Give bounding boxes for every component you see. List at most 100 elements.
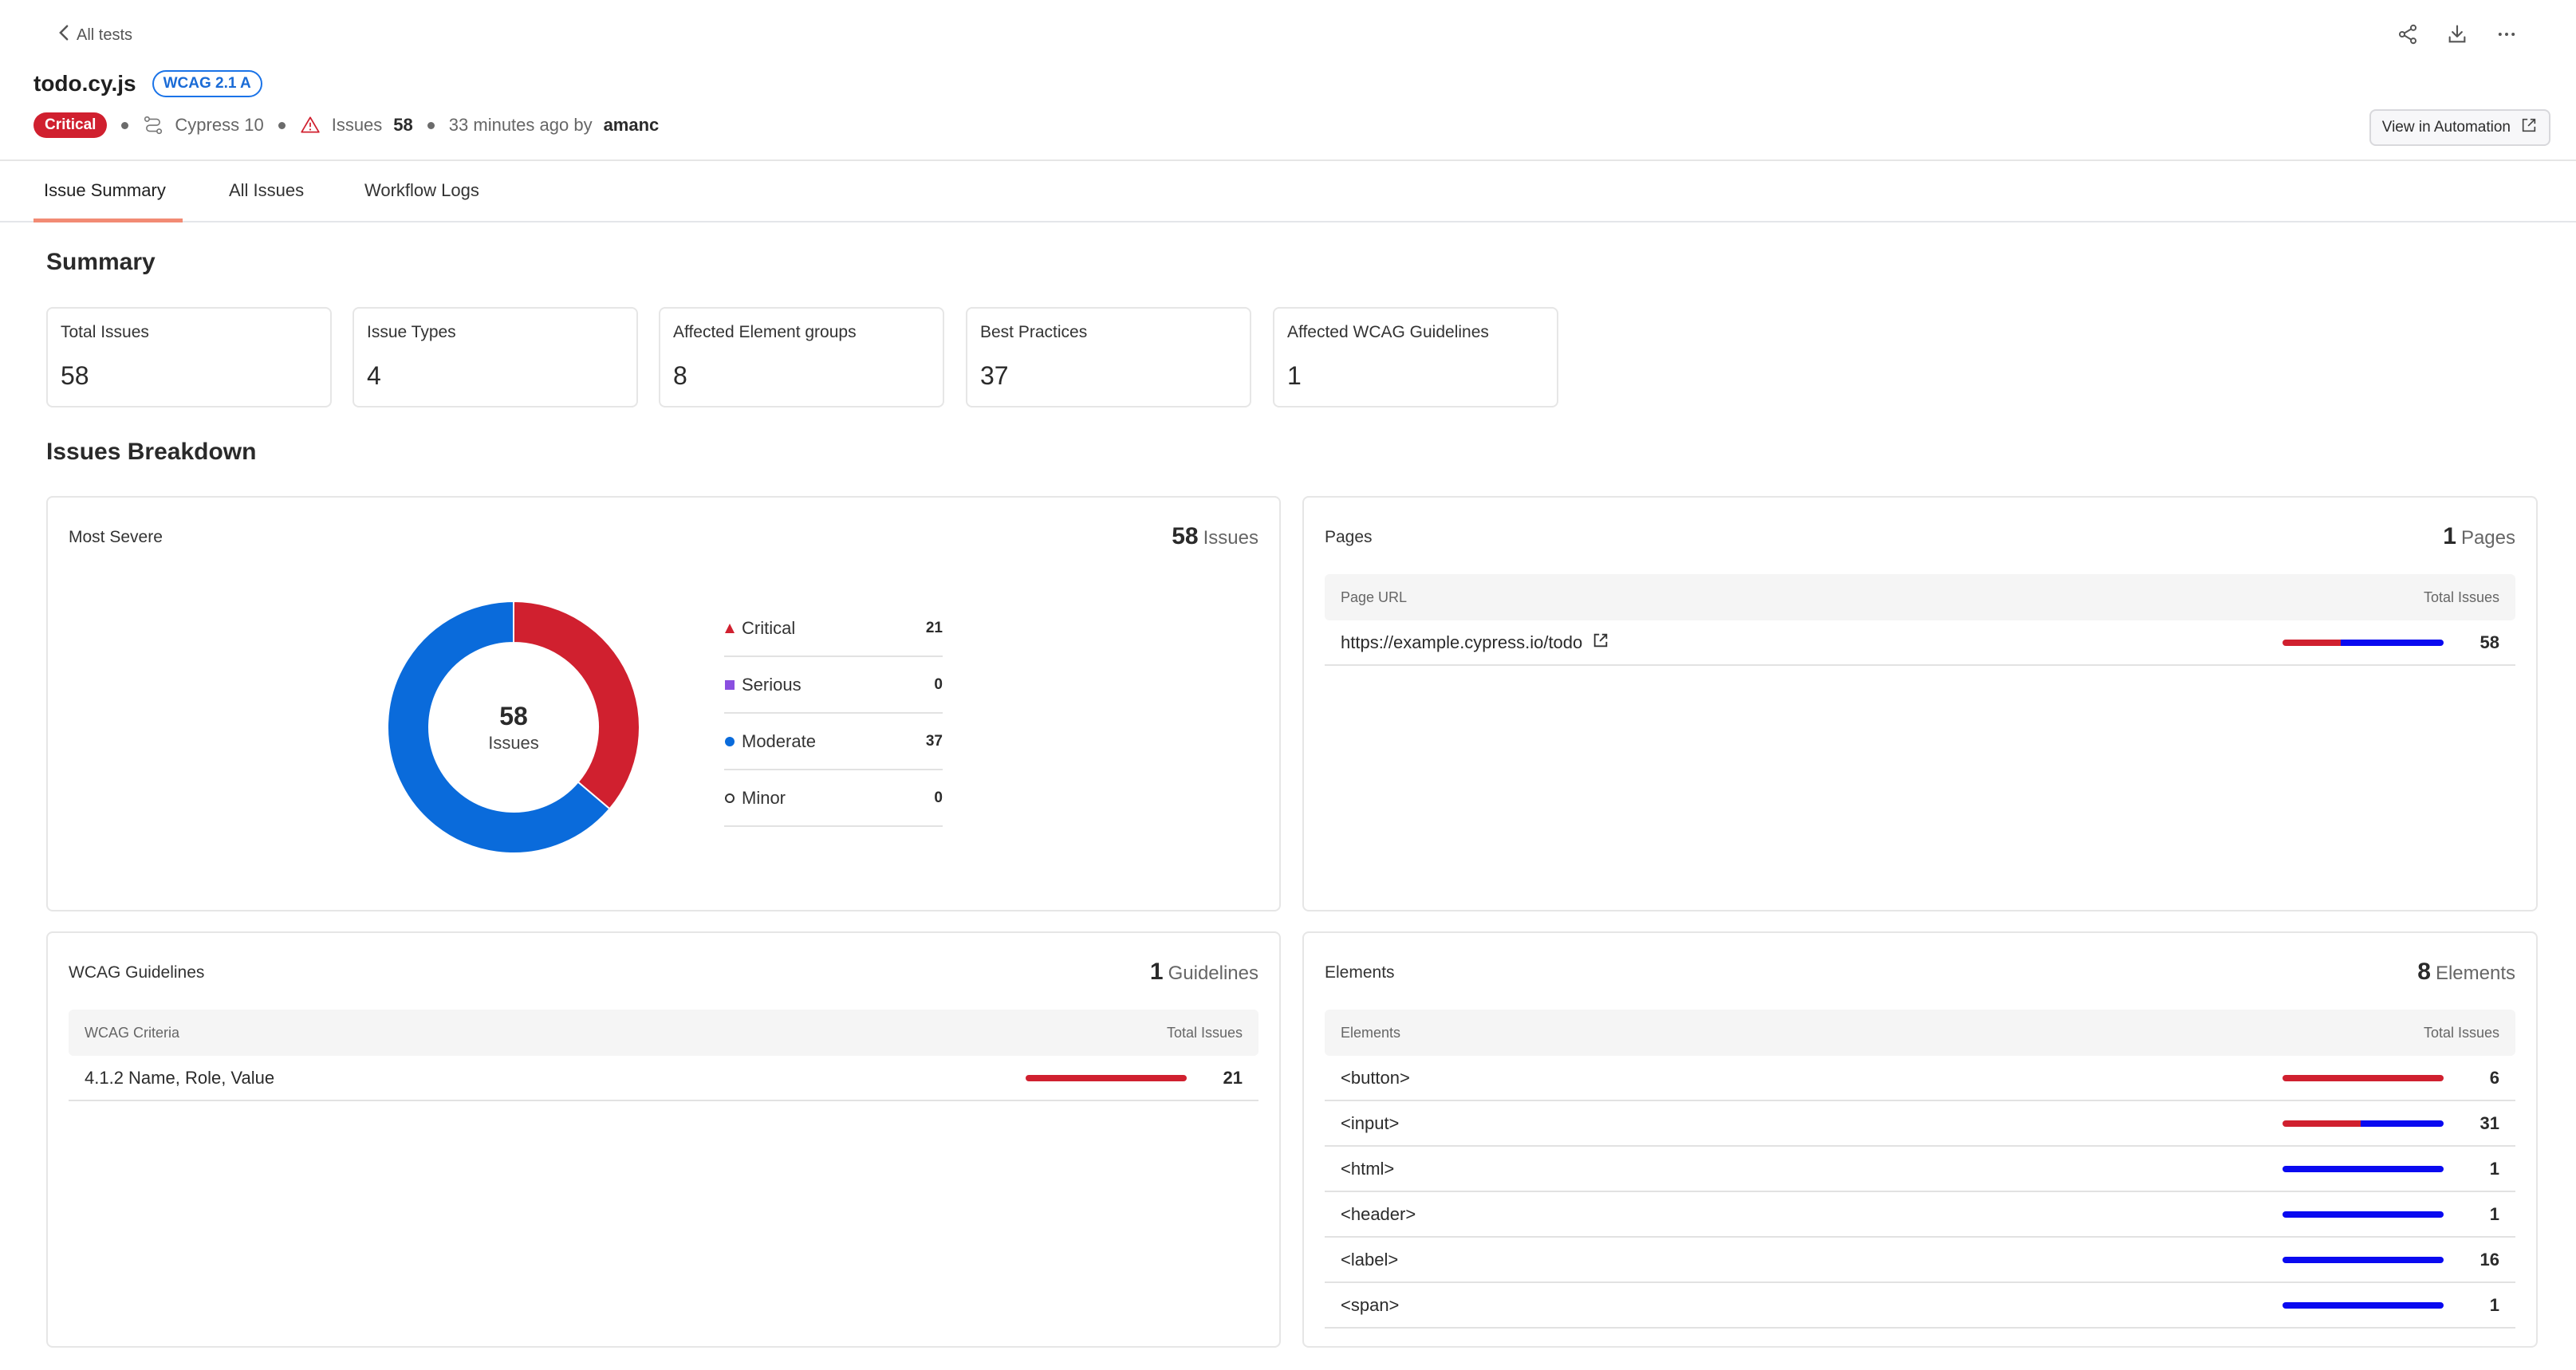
count-unit: Issues [1203, 527, 1258, 549]
back-to-all-tests-link[interactable]: All tests [57, 24, 132, 46]
count-number: 1 [1149, 959, 1164, 985]
table-row[interactable]: <header> 1 [1325, 1192, 2515, 1238]
bar-segment-moderate [2360, 1120, 2444, 1127]
wcag-standard-badge: WCAG 2.1 A [152, 70, 262, 97]
row-total: 1 [2489, 1158, 2499, 1179]
element-label: <label> [1341, 1249, 1399, 1270]
count-number: 1 [2443, 523, 2456, 549]
issues-breakdown-heading: Issues Breakdown [46, 439, 257, 465]
page-url-link[interactable]: https://example.cypress.io/todo [1341, 632, 1582, 653]
stat-card-affected-wcag-guidelines: Affected WCAG Guidelines 1 [1273, 307, 1558, 407]
bar-segment-critical [1026, 1074, 1187, 1081]
panel-count: 58 Issues [1172, 523, 1258, 550]
table-row[interactable]: <span> 1 [1325, 1283, 2515, 1329]
count-number: 8 [2417, 959, 2431, 985]
bar-segment-critical [2283, 1074, 2444, 1081]
issue-distribution-bar [2283, 1165, 2444, 1172]
column-header-total-issues: Total Issues [2423, 589, 2499, 605]
elements-table: Elements Total Issues <button> 6 <input>… [1325, 1010, 2515, 1329]
column-header-total-issues: Total Issues [1166, 1024, 1243, 1041]
tab-all-issues[interactable]: All Issues [229, 180, 304, 201]
page-title: todo.cy.js [33, 71, 136, 96]
column-header-elements: Elements [1341, 1024, 1401, 1041]
external-link-icon[interactable] [1592, 632, 1609, 654]
bar-segment-moderate [2341, 639, 2444, 646]
bar-segment-moderate [2283, 1165, 2444, 1172]
panel-count: 1 Guidelines [1150, 959, 1258, 986]
external-link-icon [2520, 116, 2538, 139]
element-label: <html> [1341, 1158, 1395, 1179]
tab-issue-summary[interactable]: Issue Summary [44, 180, 166, 201]
most-severe-panel: Most Severe 58 Issues [46, 496, 1281, 911]
time-ago: 33 minutes ago by [448, 115, 593, 135]
issue-distribution-bar [2283, 1256, 2444, 1263]
separator-dot [427, 121, 435, 129]
download-button[interactable] [2444, 22, 2471, 49]
legend-label: Serious [742, 674, 802, 695]
donut-slice-critical[interactable] [513, 600, 640, 810]
panel-title: Elements [1325, 963, 1395, 982]
row-total: 6 [2489, 1067, 2499, 1088]
element-label: <input> [1341, 1112, 1400, 1133]
separator-dot [121, 121, 129, 129]
table-row[interactable]: 4.1.2 Name, Role, Value 21 [69, 1056, 1258, 1101]
legend-item-minor[interactable]: Minor 0 [724, 770, 943, 827]
elements-panel: Elements 8 Elements Elements Total Issue… [1302, 931, 2538, 1348]
stat-label: Affected Element groups [673, 323, 857, 341]
legend-item-critical[interactable]: Critical 21 [724, 600, 943, 657]
stat-value: 8 [673, 361, 687, 390]
framework-label: Cypress 10 [175, 115, 264, 135]
panel-title: WCAG Guidelines [69, 963, 205, 982]
stat-label: Affected WCAG Guidelines [1287, 323, 1489, 341]
element-label: <button> [1341, 1067, 1410, 1088]
stat-card-total-issues: Total Issues 58 [46, 307, 332, 407]
chevron-left-icon [57, 24, 70, 46]
bar-segment-critical [2283, 639, 2342, 646]
legend-label: Critical [742, 617, 796, 638]
row-total: 1 [2489, 1203, 2499, 1224]
share-button[interactable] [2394, 22, 2421, 49]
legend-value: 0 [934, 789, 943, 806]
more-horizontal-icon [2495, 23, 2518, 49]
title-row: todo.cy.js WCAG 2.1 A [33, 70, 262, 97]
panel-title: Most Severe [69, 528, 163, 546]
count-number: 58 [1172, 523, 1199, 549]
bar-segment-critical [2283, 1120, 2361, 1127]
legend-item-serious[interactable]: Serious 0 [724, 657, 943, 714]
stat-card-issue-types: Issue Types 4 [353, 307, 638, 407]
circle-filled-icon [724, 731, 735, 752]
stat-value: 1 [1287, 361, 1302, 390]
panel-count: 8 Elements [2417, 959, 2515, 986]
column-header-page-url: Page URL [1341, 589, 1408, 605]
issue-distribution-bar [2283, 1211, 2444, 1218]
wcag-guidelines-panel: WCAG Guidelines 1 Guidelines WCAG Criter… [46, 931, 1281, 1348]
table-row[interactable]: https://example.cypress.io/todo 58 [1325, 620, 2515, 666]
legend-value: 0 [934, 675, 943, 693]
severity-badge: Critical [33, 112, 108, 138]
table-row[interactable]: <button> 6 [1325, 1056, 2515, 1101]
stat-label: Issue Types [367, 323, 456, 341]
legend-item-moderate[interactable]: Moderate 37 [724, 714, 943, 770]
active-tab-indicator [33, 218, 183, 222]
framework-route-icon [143, 115, 163, 136]
summary-heading: Summary [46, 249, 156, 275]
pages-table: Page URL Total Issues https://example.cy… [1325, 574, 2515, 666]
pages-panel: Pages 1 Pages Page URL Total Issues http… [1302, 496, 2538, 911]
element-label: <header> [1341, 1203, 1416, 1224]
legend-value: 37 [925, 732, 943, 750]
author-name: amanc [603, 115, 660, 135]
issues-count: 58 [393, 115, 413, 135]
legend-label: Minor [742, 787, 786, 808]
table-row[interactable]: <html> 1 [1325, 1147, 2515, 1192]
count-unit: Elements [2435, 963, 2515, 984]
tab-workflow-logs[interactable]: Workflow Logs [364, 180, 479, 201]
column-header-wcag-criteria: WCAG Criteria [85, 1024, 180, 1041]
row-total: 58 [2479, 632, 2499, 652]
issue-distribution-bar [2283, 639, 2444, 646]
more-options-button[interactable] [2493, 22, 2520, 49]
view-in-automation-button[interactable]: View in Automation [2369, 109, 2550, 146]
view-in-automation-label: View in Automation [2381, 119, 2511, 136]
table-row[interactable]: <label> 16 [1325, 1238, 2515, 1283]
table-row[interactable]: <input> 31 [1325, 1101, 2515, 1147]
header-actions [2394, 22, 2520, 49]
